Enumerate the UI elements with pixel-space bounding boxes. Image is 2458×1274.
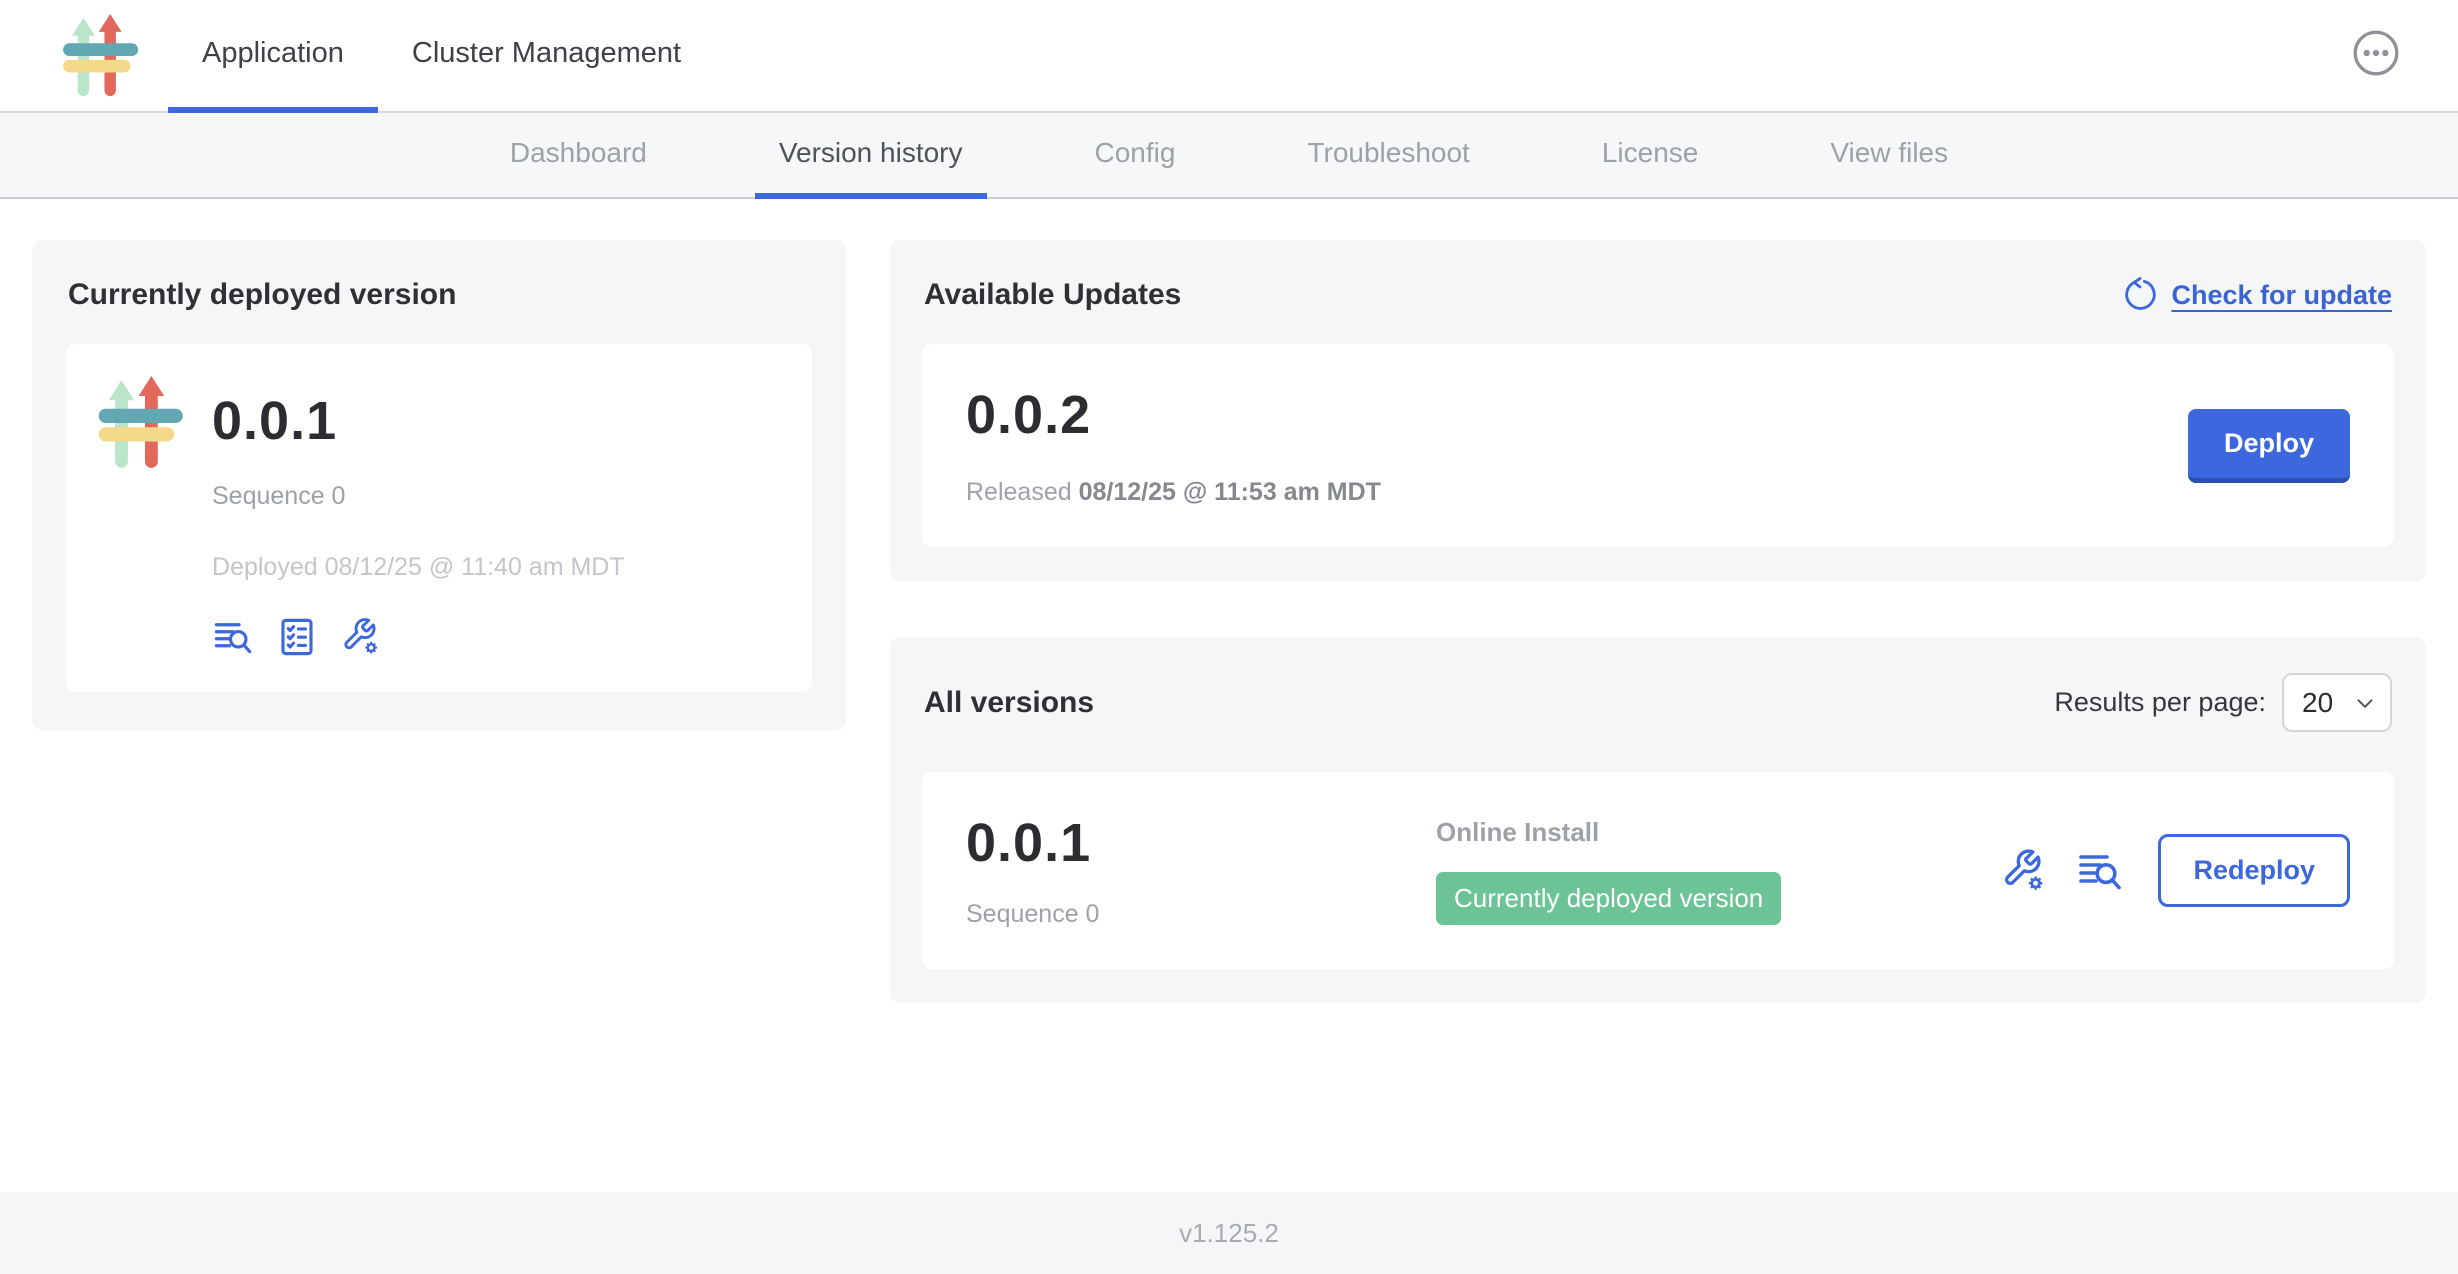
deployed-timestamp: Deployed 08/12/25 @ 11:40 am MDT xyxy=(212,553,625,582)
results-per-page-select[interactable]: 20 xyxy=(2282,673,2392,732)
app-subnav: Dashboard Version history Config Trouble… xyxy=(0,113,2458,199)
available-updates-title: Available Updates xyxy=(924,278,1181,312)
version-row: 0.0.1 Sequence 0 Online Install Currentl… xyxy=(922,772,2394,969)
header-tabs: Application Cluster Management xyxy=(168,0,715,111)
deployed-version-number: 0.0.1 xyxy=(212,390,625,452)
deploy-button[interactable]: Deploy xyxy=(2188,409,2350,483)
deployed-action-icons xyxy=(212,616,625,658)
redeploy-button[interactable]: Redeploy xyxy=(2158,834,2350,907)
header-actions xyxy=(2350,27,2402,84)
preflight-checks-button[interactable] xyxy=(276,616,318,658)
app-logo-icon xyxy=(60,14,140,98)
update-row: 0.0.2 Released 08/12/25 @ 11:53 am MDT D… xyxy=(922,344,2394,547)
released-prefix: Released xyxy=(966,478,1072,506)
edit-config-icon xyxy=(340,616,382,658)
all-versions-card: All versions Results per page: 20 0 xyxy=(890,637,2426,1003)
deploy-logs-button[interactable] xyxy=(212,616,254,658)
preflight-checks-icon xyxy=(276,616,318,658)
refresh-icon xyxy=(2119,276,2157,314)
tab-config[interactable]: Config xyxy=(1071,113,1200,199)
currently-deployed-badge: Currently deployed version xyxy=(1436,872,1781,925)
tab-troubleshoot[interactable]: Troubleshoot xyxy=(1283,113,1493,199)
app-header: Application Cluster Management xyxy=(0,0,2458,113)
overflow-menu-button[interactable] xyxy=(2350,27,2402,79)
main-content: Currently deployed version 0.0.1 Sequenc… xyxy=(0,199,2458,1192)
deploy-logs-button[interactable] xyxy=(2076,847,2124,895)
deploy-logs-icon xyxy=(2076,847,2124,895)
deploy-logs-icon xyxy=(212,616,254,658)
results-per-page-label: Results per page: xyxy=(2054,687,2266,718)
available-updates-card: Available Updates Check for update 0.0.2… xyxy=(890,240,2426,581)
version-row-status: Online Install Currently deployed versio… xyxy=(1436,817,2000,925)
version-row-actions: Redeploy xyxy=(2000,834,2350,907)
check-for-update-label: Check for update xyxy=(2171,280,2392,311)
app-footer: v1.125.2 xyxy=(0,1192,2458,1274)
version-number: 0.0.1 xyxy=(966,812,1436,874)
tab-view-files[interactable]: View files xyxy=(1806,113,1972,199)
edit-config-button[interactable] xyxy=(2000,847,2048,895)
header-tab-cluster-management[interactable]: Cluster Management xyxy=(378,0,715,113)
console-version: v1.125.2 xyxy=(1179,1218,1279,1249)
install-type-label: Online Install xyxy=(1436,817,2000,848)
header-tab-application[interactable]: Application xyxy=(168,0,378,113)
edit-config-icon xyxy=(2000,847,2048,895)
version-sequence: Sequence 0 xyxy=(966,900,1436,929)
released-date: 08/12/25 @ 11:53 am MDT xyxy=(1079,478,1381,506)
deployed-sequence: Sequence 0 xyxy=(212,482,625,511)
tab-dashboard[interactable]: Dashboard xyxy=(486,113,671,199)
version-row-info: 0.0.1 Sequence 0 xyxy=(966,812,1436,929)
deployed-version-panel: 0.0.1 Sequence 0 Deployed 08/12/25 @ 11:… xyxy=(66,344,812,692)
deployed-version-info: 0.0.1 Sequence 0 Deployed 08/12/25 @ 11:… xyxy=(212,376,625,658)
currently-deployed-card: Currently deployed version 0.0.1 Sequenc… xyxy=(32,240,846,730)
update-version-number: 0.0.2 xyxy=(966,384,1381,446)
all-versions-title: All versions xyxy=(924,686,1094,720)
right-column: Available Updates Check for update 0.0.2… xyxy=(890,240,2426,1003)
deployed-card-title: Currently deployed version xyxy=(68,278,812,312)
check-for-update-link[interactable]: Check for update xyxy=(2119,276,2392,314)
app-logo-icon xyxy=(96,376,184,470)
tab-version-history[interactable]: Version history xyxy=(755,113,987,199)
ellipsis-circle-icon xyxy=(2350,27,2402,79)
tab-license[interactable]: License xyxy=(1578,113,1723,199)
results-per-page: Results per page: 20 xyxy=(2054,673,2392,732)
update-info: 0.0.2 Released 08/12/25 @ 11:53 am MDT xyxy=(966,384,1381,507)
update-released-timestamp: Released 08/12/25 @ 11:53 am MDT xyxy=(966,478,1381,507)
edit-config-button[interactable] xyxy=(340,616,382,658)
